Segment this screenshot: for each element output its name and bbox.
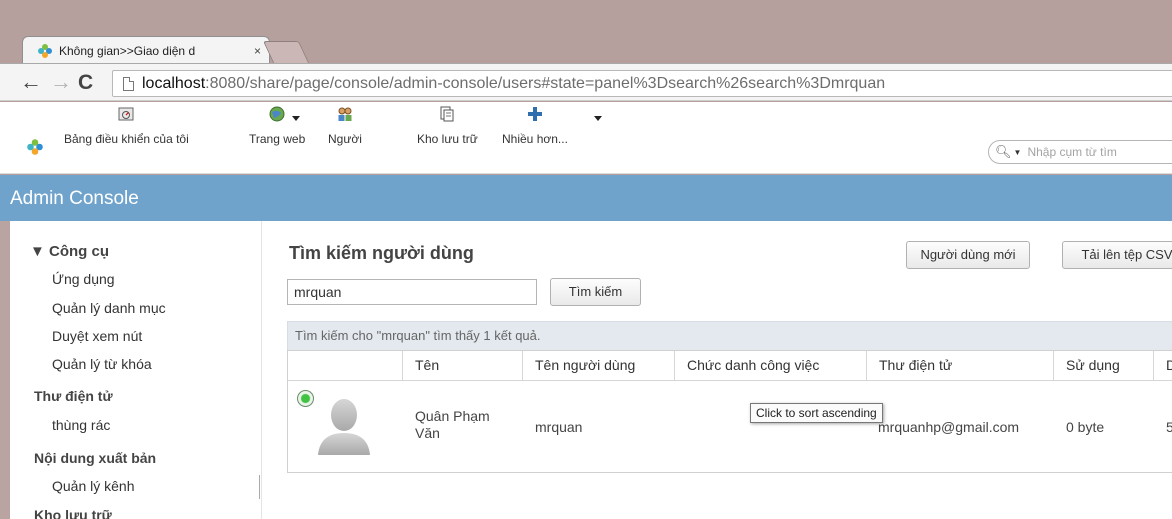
sidebar-item-category-manager[interactable]: Quản lý danh mục xyxy=(52,300,166,316)
plus-icon xyxy=(527,107,542,121)
table-row[interactable]: Quân Phạm Văn mrquan mrquanhp@gmail.com … xyxy=(288,381,1172,473)
nav-sites[interactable]: Trang web xyxy=(249,106,305,146)
nav-repository[interactable]: Kho lưu trữ xyxy=(417,106,478,146)
magnifier-icon[interactable]: 🔍︎ xyxy=(995,144,1012,160)
url-text: localhost:8080/share/page/console/admin-… xyxy=(142,74,886,92)
user-full-name[interactable]: Quân Phạm Văn xyxy=(415,408,490,442)
forward-arrow-icon[interactable]: → xyxy=(50,71,72,93)
page-title: Tìm kiếm người dùng xyxy=(289,243,474,263)
main-panel: Tìm kiếm người dùng Người dùng mới Tải l… xyxy=(262,221,1172,519)
publish-group-title: Nội dung xuất bản xyxy=(34,450,157,466)
left-window-edge xyxy=(0,221,10,519)
repository-group-title: Kho lưu trữ xyxy=(34,507,112,519)
people-icon xyxy=(338,107,352,121)
sidebar-item-applications[interactable]: Ứng dụng xyxy=(52,271,115,287)
avatar-placeholder-icon[interactable] xyxy=(314,393,374,455)
column-header-usage[interactable]: Sử dụng xyxy=(1053,351,1153,381)
email-group-title: Thư điện tử xyxy=(34,388,113,404)
admin-sidebar: ▼ Công cụ Ứng dụng Quản lý danh mục Duyệ… xyxy=(10,221,262,519)
account-status-indicator xyxy=(297,390,314,407)
search-dropdown-icon[interactable]: ▼ xyxy=(1014,148,1022,157)
console-title: Admin Console xyxy=(10,188,139,209)
globe-icon xyxy=(269,106,285,122)
sidebar-item-node-browser[interactable]: Duyệt xem nút xyxy=(52,328,142,344)
results-summary: Tìm kiếm cho "mrquan" tìm thấy 1 kết quả… xyxy=(287,321,1172,350)
app-header: Bảng điều khiển của tôi Trang web Người … xyxy=(0,102,1172,174)
sidebar-item-channel-manager[interactable]: Quản lý kênh xyxy=(52,478,135,494)
global-search-input[interactable] xyxy=(1027,145,1168,159)
page-icon xyxy=(123,76,134,91)
user-extra: 5 xyxy=(1166,419,1172,435)
column-header-extra[interactable]: D xyxy=(1153,351,1172,381)
browser-titlebar: Không gian>>Giao diện d × xyxy=(0,0,1172,64)
tab-close-icon[interactable]: × xyxy=(254,44,261,58)
sites-dropdown-icon[interactable] xyxy=(292,116,300,121)
user-search-input[interactable] xyxy=(287,279,537,305)
sidebar-item-tag-manager[interactable]: Quản lý từ khóa xyxy=(52,356,152,372)
browser-tab-active[interactable]: Không gian>>Giao diện d × xyxy=(22,36,270,64)
alfresco-favicon-icon xyxy=(38,43,52,58)
user-email: mrquanhp@gmail.com xyxy=(878,419,1020,435)
sidebar-resize-handle[interactable] xyxy=(259,475,260,499)
column-header-name[interactable]: Tên xyxy=(402,351,522,381)
upload-csv-button[interactable]: Tải lên tệp CSV xyxy=(1062,241,1172,269)
column-header-email[interactable]: Thư điện tử xyxy=(866,351,1053,381)
column-header-username[interactable]: Tên người dùng xyxy=(522,351,674,381)
results-table: Tên Tên người dùng Chức danh công việc T… xyxy=(287,350,1172,473)
back-arrow-icon[interactable]: ← xyxy=(20,71,42,93)
alfresco-logo-icon[interactable] xyxy=(26,138,44,156)
nav-my-dashboard[interactable]: Bảng điều khiển của tôi xyxy=(64,106,189,146)
console-title-bar: Admin Console xyxy=(0,175,1172,221)
sort-tooltip: Click to sort ascending xyxy=(750,403,883,423)
user-username: mrquan xyxy=(535,419,583,435)
search-button[interactable]: Tìm kiếm xyxy=(550,278,641,306)
tab-title: Không gian>>Giao diện d xyxy=(59,43,196,58)
address-bar[interactable]: localhost:8080/share/page/console/admin-… xyxy=(112,70,1172,97)
column-header-job-title[interactable]: Chức danh công việc xyxy=(674,351,866,381)
tools-group-title[interactable]: ▼ Công cụ xyxy=(30,243,109,260)
more-dropdown-icon[interactable] xyxy=(594,116,602,121)
reload-icon[interactable]: C xyxy=(78,72,93,94)
content-area: ▼ Công cụ Ứng dụng Quản lý danh mục Duyệ… xyxy=(0,221,1172,519)
browser-toolbar: ← → C localhost:8080/share/page/console/… xyxy=(0,63,1172,101)
dashboard-icon xyxy=(118,107,134,121)
new-user-button[interactable]: Người dùng mới xyxy=(906,241,1030,269)
table-header: Tên Tên người dùng Chức danh công việc T… xyxy=(288,351,1172,381)
repository-icon xyxy=(440,106,454,122)
user-usage: 0 byte xyxy=(1066,419,1105,435)
nav-more[interactable]: Nhiều hơn... xyxy=(502,106,568,146)
sidebar-item-trashcan[interactable]: thùng rác xyxy=(52,417,110,433)
nav-people[interactable]: Người xyxy=(328,106,362,146)
global-search[interactable]: 🔍︎ ▼ xyxy=(988,140,1172,164)
